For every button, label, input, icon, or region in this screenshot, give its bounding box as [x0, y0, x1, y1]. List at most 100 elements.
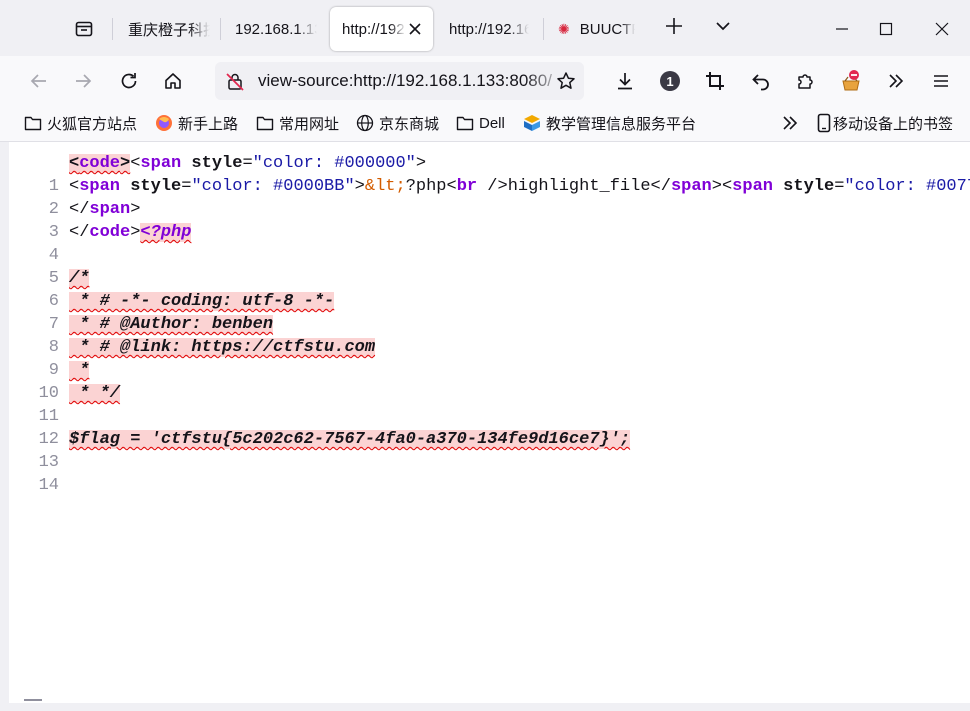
hamburger-menu-icon [934, 75, 948, 87]
tab-4[interactable]: ✺ BUUCTF [545, 7, 658, 51]
line-code: * # @link: https://ctfstu.com [69, 336, 376, 359]
extensions-button[interactable] [789, 64, 823, 98]
tab-close-button[interactable] [405, 19, 425, 39]
window-bottom-edge [0, 703, 970, 711]
double-chevron-right-icon [783, 116, 798, 130]
buuctf-favicon-icon: ✺ [558, 20, 570, 37]
tag-name: span [670, 177, 712, 196]
html-entity: &lt; [364, 177, 406, 196]
tag-bracket: > [354, 177, 365, 196]
source-line: 10 * [9, 359, 970, 403]
notification-count-badge: 1 [660, 71, 680, 91]
tab-title: BUUCTF [579, 20, 635, 38]
bookmark-star-icon[interactable] [556, 71, 576, 91]
bookmark-jd-mall[interactable]: 京东商城 [356, 112, 439, 134]
equals-sign: = [181, 177, 192, 196]
tag-bracket: < [446, 177, 457, 196]
tag-bracket: < [130, 154, 141, 173]
tag-name: br [456, 177, 478, 196]
bookmark-label: 常用网址 [279, 115, 340, 133]
flag-line-text: $flag = 'ctfstu{5c202c62-7567-4fa0-a370-… [69, 430, 631, 449]
double-chevron-right-icon [889, 74, 904, 88]
undo-close-button[interactable] [744, 64, 778, 98]
downloads-button[interactable] [608, 64, 642, 98]
tag-name: span [140, 154, 182, 173]
tag-bracket: </ [69, 223, 90, 242]
reload-button[interactable] [112, 64, 146, 98]
arrow-right-icon [76, 74, 92, 88]
folder-icon [24, 116, 42, 131]
maximize-button[interactable] [871, 14, 901, 44]
account-button[interactable]: 1 [653, 64, 687, 98]
comment-text: * */ [69, 384, 121, 403]
home-button[interactable] [156, 64, 190, 98]
tab-separator [112, 18, 113, 40]
bookmark-label: 京东商城 [379, 115, 440, 133]
tag-bracket: /> [477, 177, 508, 196]
minimize-button[interactable] [827, 14, 857, 44]
source-line: 11 * */ [9, 382, 970, 426]
tab-0[interactable]: 重庆橙子科技 [114, 7, 228, 51]
bookmark-label: 火狐官方站点 [47, 115, 138, 133]
tab-title: http://192.168.1.133 [449, 20, 529, 38]
firefox-icon [156, 115, 172, 131]
line-code: * # -*- coding: utf-8 -*- [69, 290, 335, 313]
bookmark-label: 新手上路 [178, 115, 239, 133]
firefox-view-button[interactable] [66, 12, 102, 46]
comment-text: * # @link: https://ctfstu.com [69, 338, 376, 357]
tag-bracket: > [415, 154, 427, 173]
list-all-tabs-button[interactable] [714, 17, 736, 39]
undo-arrow-icon [752, 74, 769, 91]
new-tab-button[interactable] [660, 16, 688, 42]
bookmark-label: Dell [479, 114, 505, 132]
source-line: 2 <span style="color: #0000BB">&lt;?php<… [9, 175, 970, 219]
tab-strip: 重庆橙子科技 192.168.1.133 http://192.168.1.13… [0, 0, 970, 56]
equals-sign: = [834, 177, 845, 196]
address-bar[interactable]: view-source:http://192.168.1.133:8080/ [215, 62, 584, 100]
tag-name: code [89, 223, 131, 242]
globe-icon [356, 114, 374, 132]
screenshot-button[interactable] [698, 64, 732, 98]
line-code: </code><?php [69, 221, 192, 244]
tab-2-active[interactable]: http://192.168.1.133 [330, 7, 433, 51]
back-button[interactable] [22, 64, 56, 98]
bookmark-folder-common-sites[interactable]: 常用网址 [256, 112, 339, 134]
bookmarks-overflow-button[interactable] [781, 112, 804, 134]
plus-icon [666, 18, 682, 34]
more-tools-button[interactable] [879, 64, 913, 98]
home-icon [165, 73, 181, 89]
tag-bracket: > [711, 177, 722, 196]
line-code: * */ [69, 382, 121, 405]
app-menu-button[interactable] [924, 64, 958, 98]
adblock-extension-button[interactable] [834, 64, 868, 98]
source-line: 6 /* [9, 267, 970, 311]
source-line: 9 * # @link: https://ctfstu.com [9, 336, 970, 380]
folder-icon [456, 116, 474, 131]
line-code: /* [69, 267, 90, 290]
bookmarks-toolbar: 火狐官方站点 新手上路 常用网址 京东商城 Dell 教学管理信息服务平台 移动… [0, 106, 970, 142]
source-line: 13 $flag = 'ctfstu{5c202c62-7567-4fa0-a3… [9, 428, 970, 472]
chevron-down-icon [716, 22, 730, 31]
bookmark-folder-dell[interactable]: Dell [456, 112, 505, 134]
php-open-tag: <?php [140, 223, 192, 242]
bookmark-teaching-platform[interactable]: 教学管理信息服务平台 [523, 112, 696, 134]
bookmark-mobile[interactable]: 移动设备上的书签 [817, 112, 953, 134]
source-line: 12 [9, 405, 970, 449]
attribute-value: "color: #007700"> [844, 177, 970, 196]
bookmark-getting-started[interactable]: 新手上路 [155, 112, 238, 134]
tab-3[interactable]: http://192.168.1.133 [436, 7, 549, 51]
window-close-button[interactable] [927, 14, 957, 44]
maximize-icon [879, 22, 893, 36]
attribute-value: "color: #0000BB" [191, 177, 355, 196]
text-content: ?php [405, 177, 447, 196]
source-listing: 1 <code><span style="color: #000000"> 2 … [9, 152, 970, 495]
tab-title: http://192.168.1.133 [342, 20, 406, 38]
source-line: 1 <code><span style="color: #000000"> [9, 152, 970, 196]
forward-button[interactable] [66, 64, 100, 98]
tab-1[interactable]: 192.168.1.133 [221, 7, 335, 51]
comment-text: * [69, 361, 90, 380]
bookmark-folder-firefox-official[interactable]: 火狐官方站点 [24, 112, 137, 134]
tag-bracket: < [69, 177, 80, 196]
view-source-content: 1 <code><span style="color: #000000"> 2 … [9, 142, 970, 703]
tag-bracket: > [130, 200, 141, 219]
